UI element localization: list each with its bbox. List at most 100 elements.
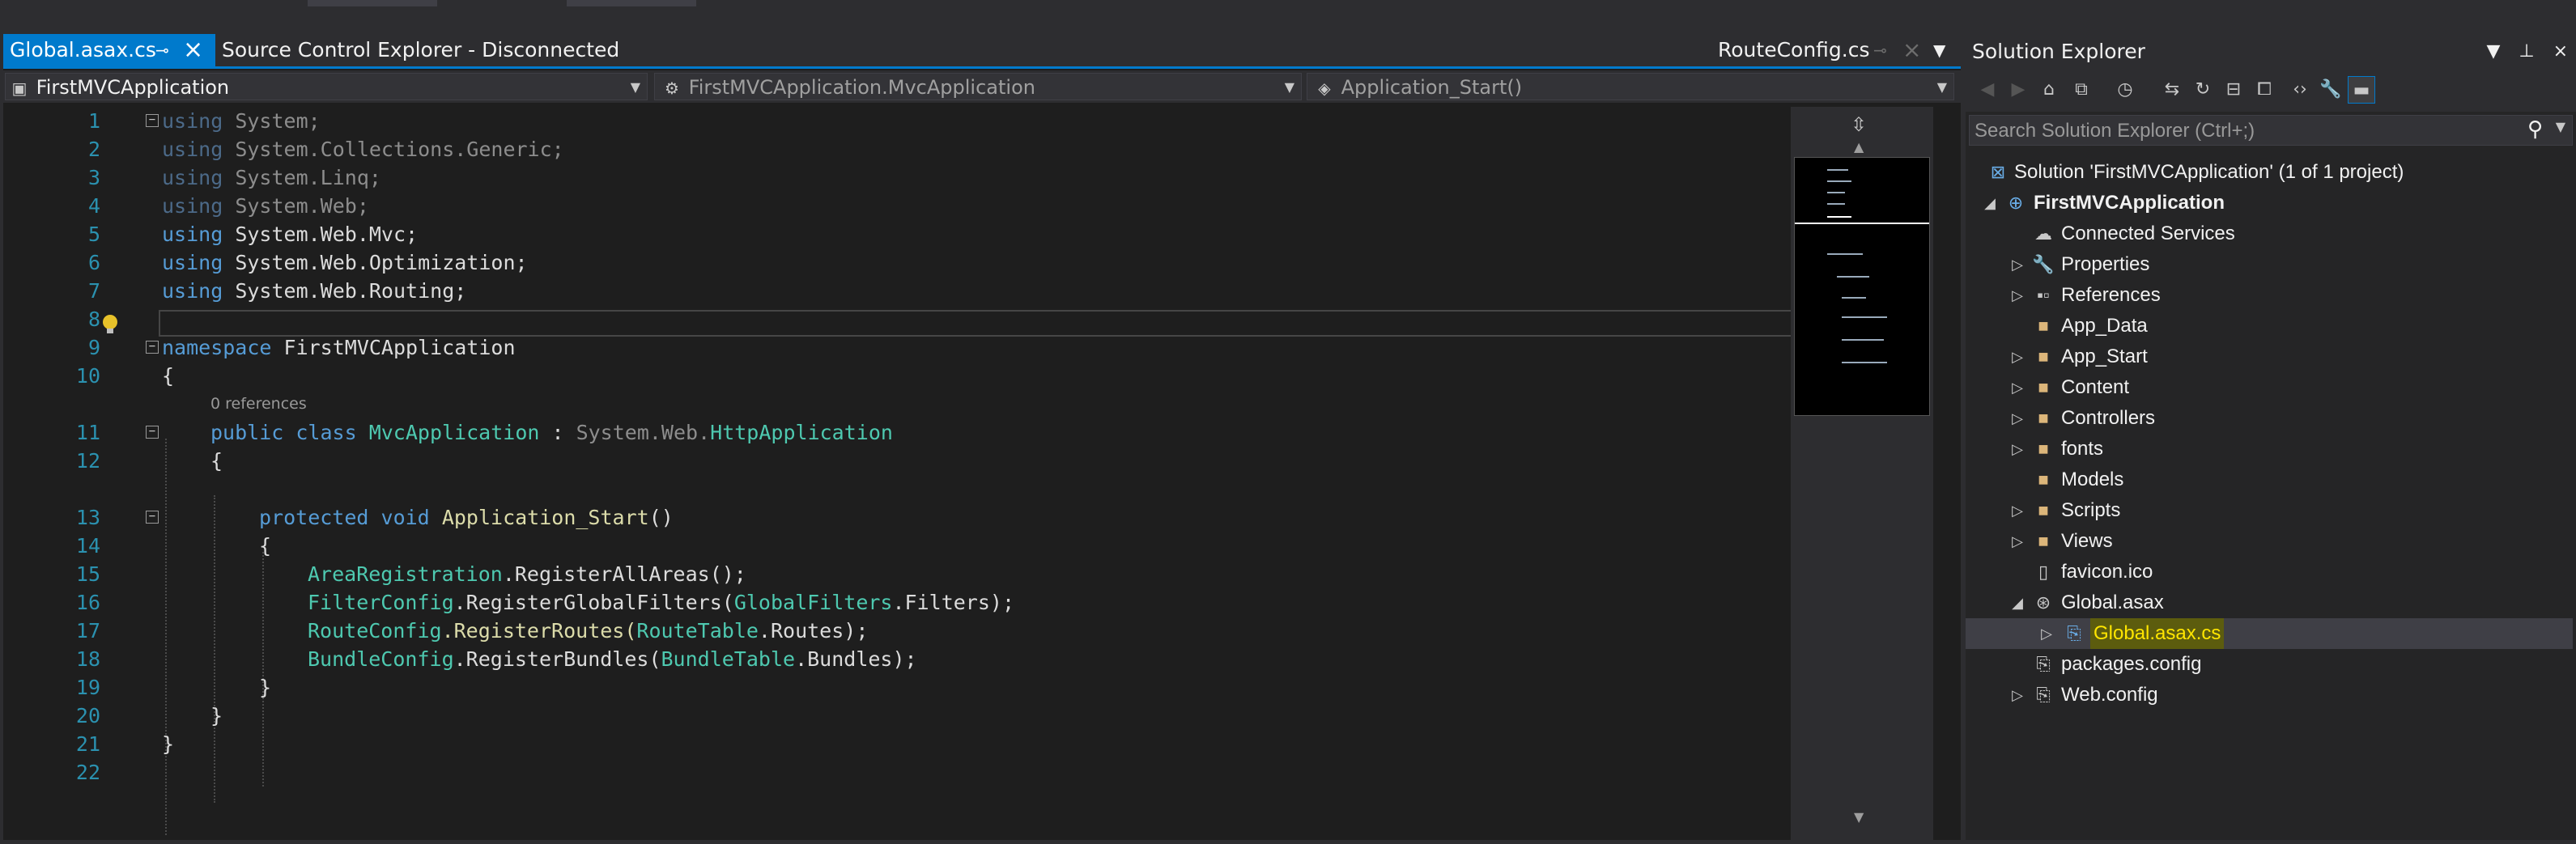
line-number: 3 (87, 166, 100, 189)
show-all-files-icon[interactable]: ⧠ (2251, 76, 2278, 104)
collapsed-arrow-icon[interactable]: ▷ (2038, 618, 2055, 649)
tree-item-label: Controllers (2061, 407, 2156, 429)
tree-item-app-data[interactable]: ■ App_Data (1966, 311, 2573, 341)
minimap-line (1842, 339, 1884, 341)
tree-item-properties[interactable]: ▷ 🔧 Properties (1966, 249, 2573, 280)
collapsed-arrow-icon[interactable]: ▷ (2009, 249, 2026, 280)
collapse-icon[interactable]: − (146, 114, 159, 127)
tree-item-label: Global.asax.cs (2090, 618, 2225, 649)
code-text-area[interactable]: 1 2 3 4 5 6 7 8 9 10 11 12 13 14 15 16 1… (3, 107, 1800, 840)
sync-with-active-document-icon[interactable]: ⇆ (2158, 76, 2186, 104)
tree-item-project[interactable]: ◢ ⊕ FirstMVCApplication (1966, 188, 2573, 218)
pin-icon[interactable]: ⊥ (2519, 41, 2534, 61)
minimap-preview[interactable] (1794, 157, 1930, 416)
class-dropdown[interactable]: ⚙ FirstMVCApplication.MvcApplication ▼ (654, 73, 1302, 100)
line-number: 16 (75, 591, 100, 614)
collapse-all-icon[interactable]: ⊟ (2220, 76, 2247, 104)
minimap-line (1827, 169, 1848, 171)
tree-item-models[interactable]: ■ Models (1966, 464, 2573, 495)
tree-item-global-asax-cs[interactable]: ▷ ⎘ Global.asax.cs (1966, 618, 2573, 649)
switch-views-icon[interactable]: ⧉ (2068, 76, 2095, 104)
solution-explorer-header: Solution Explorer ▼ ⊥ × (1966, 34, 2576, 70)
code-text: .RegisterAllAreas(); (502, 562, 746, 586)
line-number: 13 (75, 506, 100, 529)
indent-guide (165, 439, 167, 835)
code-text: System.Web.Routing; (223, 279, 467, 303)
search-input[interactable] (1970, 116, 2494, 146)
close-icon[interactable]: × (183, 34, 203, 66)
collapsed-arrow-icon[interactable]: ▷ (2009, 372, 2026, 403)
search-options-dropdown-icon[interactable]: ▼ (2556, 119, 2565, 134)
code-text-line-19: } (259, 673, 271, 702)
collapsed-arrow-icon[interactable]: ▷ (2009, 341, 2026, 372)
folder-icon: ■ (2038, 439, 2049, 459)
tree-item-content[interactable]: ▷ ■ Content (1966, 372, 2573, 403)
tab-list-dropdown-icon[interactable]: ▼ (1933, 34, 1945, 66)
collapsed-arrow-icon[interactable]: ▷ (2009, 495, 2026, 526)
window-position-dropdown-icon[interactable]: ▼ (2486, 41, 2500, 61)
collapse-icon[interactable]: − (146, 341, 159, 354)
lightbulb-icon[interactable] (99, 313, 121, 336)
collapsed-arrow-icon[interactable]: ▷ (2009, 434, 2026, 464)
refresh-icon[interactable]: ↻ (2189, 76, 2217, 104)
minimap-line (1842, 316, 1887, 318)
tree-item-fonts[interactable]: ▷ ■ fonts (1966, 434, 2573, 464)
preview-selected-items-icon[interactable]: ▬ (2348, 76, 2375, 104)
tab-global-asax-cs[interactable]: Global.asax.cs ⊸ × (3, 34, 215, 66)
close-icon[interactable]: × (1902, 34, 1921, 66)
tree-item-packages-config[interactable]: ⎘ packages.config (1966, 649, 2573, 680)
menu-ghost (308, 0, 437, 6)
keyword: using (162, 223, 223, 246)
collapse-icon[interactable]: − (146, 511, 159, 524)
tab-source-control-explorer[interactable]: Source Control Explorer - Disconnected (222, 34, 619, 66)
tab-routeconfig-cs[interactable]: RouteConfig.cs ⊸ × (1718, 34, 1921, 66)
expanded-arrow-icon[interactable]: ◢ (1982, 188, 1998, 218)
back-icon[interactable]: ◀ (1974, 76, 2001, 104)
home-icon[interactable]: ⌂ (2035, 76, 2063, 104)
line-number: 6 (87, 251, 100, 274)
keyword: using (162, 138, 223, 161)
pending-changes-filter-icon[interactable]: ◷ (2111, 76, 2139, 104)
tree-item-label: Web.config (2061, 684, 2158, 706)
line-number: 20 (75, 704, 100, 727)
tree-item-connected-services[interactable]: ☁ Connected Services (1966, 218, 2573, 249)
code-text-line-3: using System.Linq; (162, 163, 381, 192)
properties-wrench-icon[interactable]: 🔧 (2317, 76, 2344, 104)
tree-item-label: packages.config (2061, 653, 2202, 675)
member-dropdown[interactable]: ◈ Application_Start() ▼ (1307, 73, 1954, 100)
tree-item-app-start[interactable]: ▷ ■ App_Start (1966, 341, 2573, 372)
tree-item-global-asax[interactable]: ◢ ⊛ Global.asax (1966, 587, 2573, 618)
tree-item-controllers[interactable]: ▷ ■ Controllers (1966, 403, 2573, 434)
collapsed-arrow-icon[interactable]: ▷ (2009, 526, 2026, 557)
collapsed-arrow-icon[interactable]: ▷ (2009, 403, 2026, 434)
scrollbar-minimap[interactable] (1791, 107, 1933, 840)
split-editor-icon[interactable]: ⇳ (1851, 113, 1868, 136)
tree-item-solution[interactable]: ⊠ Solution 'FirstMVCApplication' (1 of 1… (1966, 157, 2573, 188)
collapsed-arrow-icon[interactable]: ▷ (2009, 680, 2026, 710)
folder-icon: ■ (2038, 531, 2049, 551)
tree-item-views[interactable]: ▷ ■ Views (1966, 526, 2573, 557)
forward-icon[interactable]: ▶ (2004, 76, 2032, 104)
scroll-up-arrow-icon[interactable]: ▲ (1854, 139, 1864, 155)
code-text: .Filters); (892, 591, 1014, 614)
search-icon[interactable]: ⚲ (2527, 117, 2543, 142)
tree-item-scripts[interactable]: ▷ ■ Scripts (1966, 495, 2573, 526)
pin-icon[interactable]: ⊸ (1873, 34, 1887, 66)
tree-item-web-config[interactable]: ▷ ⎘ Web.config (1966, 680, 2573, 710)
pin-icon[interactable]: ⊸ (155, 34, 169, 66)
tree-item-references[interactable]: ▷ ▪▫ References (1966, 280, 2573, 311)
project-dropdown[interactable]: ▣ FirstMVCApplication ▼ (5, 73, 648, 100)
codelens-references-link[interactable]: 0 references (210, 392, 307, 416)
tab-label: Global.asax.cs (10, 38, 156, 61)
close-icon[interactable]: × (2553, 41, 2568, 61)
collapse-icon[interactable]: − (146, 426, 159, 439)
scroll-down-arrow-icon[interactable]: ▼ (1854, 809, 1864, 825)
expanded-arrow-icon[interactable]: ◢ (2009, 587, 2026, 618)
tree-item-favicon[interactable]: ▯ favicon.ico (1966, 557, 2573, 587)
collapsed-arrow-icon[interactable]: ▷ (2009, 280, 2026, 311)
view-code-icon[interactable]: ‹› (2286, 76, 2314, 104)
type-name: AreaRegistration (308, 562, 503, 586)
config-file-icon: ⎘ (2036, 654, 2051, 674)
line-number: 5 (87, 223, 100, 246)
type-name: BundleTable (661, 647, 796, 671)
